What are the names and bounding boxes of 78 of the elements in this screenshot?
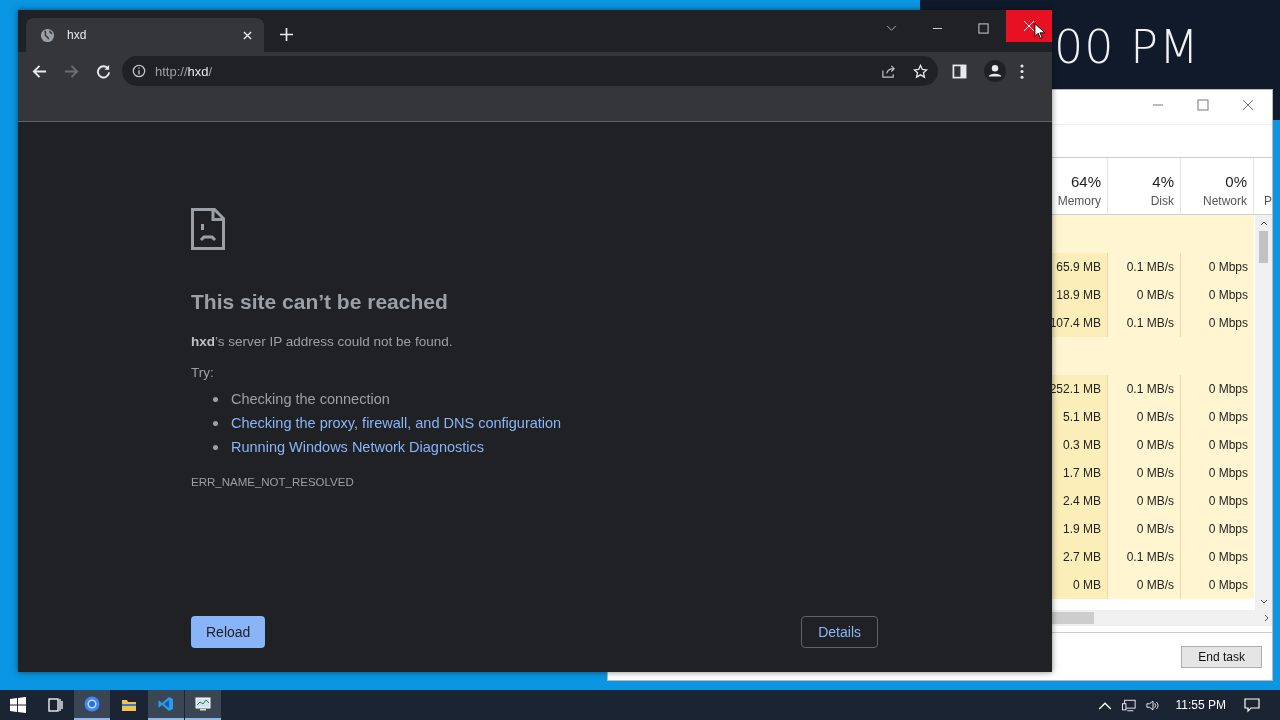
address-bar[interactable]: http://hxd/ — [122, 56, 938, 86]
browser-icon[interactable] — [84, 696, 100, 712]
scrollbar-thumb[interactable] — [1259, 231, 1268, 263]
horizontal-scrollbar[interactable] — [1052, 610, 1272, 626]
folder-icon[interactable] — [121, 697, 137, 713]
globe-icon — [40, 27, 55, 43]
table-cell: 0.1 MB/s — [1108, 309, 1181, 337]
table-cell: 0 Mbps — [1181, 309, 1254, 337]
browser-tab[interactable]: hxd — [26, 18, 264, 52]
table-cell: 0.1 MB/s — [1108, 253, 1181, 281]
bullet-icon — [213, 396, 218, 402]
info-icon[interactable] — [132, 64, 146, 78]
table-cell: 0 Mbps — [1181, 431, 1254, 459]
suggestion-link[interactable]: Running Windows Network Diagnostics — [231, 439, 485, 455]
suggestion-link[interactable]: Checking the proxy, firewall, and DNS configuration — [231, 415, 562, 431]
try-label: Try: — [191, 364, 215, 382]
task-view-icon[interactable] — [47, 697, 63, 713]
table-cell: 0 Mbps — [1181, 543, 1254, 571]
close-tab-icon[interactable] — [243, 30, 252, 40]
profile-icon[interactable] — [984, 60, 1006, 82]
table-cell: 0 Mbps — [1181, 571, 1254, 599]
table-cell: 0 Mbps — [1181, 459, 1254, 487]
clock-time: 00 PM — [1054, 22, 1200, 73]
back-icon[interactable] — [32, 63, 47, 79]
table-cell: 0 MB/s — [1108, 403, 1181, 431]
end-task-button[interactable]: End task — [1181, 645, 1262, 668]
star-icon[interactable] — [913, 63, 928, 79]
column-usage: 64% — [1070, 172, 1101, 192]
maximize-icon[interactable] — [1197, 99, 1209, 111]
bullet-icon — [213, 420, 218, 426]
suggestion-text: Checking the connection — [231, 391, 390, 407]
code-editor-icon[interactable] — [158, 696, 174, 712]
table-cell: 0 Mbps — [1181, 487, 1254, 515]
reload-button[interactable]: Reload — [191, 616, 266, 648]
notification-icon[interactable] — [1244, 697, 1260, 713]
mouse-cursor-icon — [1034, 22, 1045, 40]
windows-logo-icon[interactable] — [10, 697, 26, 713]
url-text: http://hxd/ — [155, 63, 213, 79]
clock-text[interactable]: 11:55 PM — [1175, 698, 1226, 712]
column-header[interactable]: Network — [1203, 192, 1247, 210]
column-header[interactable]: Memory — [1057, 192, 1101, 210]
table-cell: 0 MB/s — [1108, 281, 1181, 309]
new-tab-icon[interactable] — [280, 28, 293, 41]
column-usage: 0% — [1225, 172, 1247, 192]
share-icon[interactable] — [881, 63, 896, 79]
vertical-scrollbar[interactable] — [1255, 215, 1272, 610]
reload-icon[interactable] — [96, 63, 111, 79]
column-header[interactable]: P — [1264, 192, 1272, 210]
table-cell: 0 Mbps — [1181, 515, 1254, 543]
table-cell: 0 MB/s — [1108, 459, 1181, 487]
tab-search-icon[interactable] — [886, 25, 897, 32]
table-cell: 0 MB/s — [1108, 487, 1181, 515]
sad-page-icon — [191, 208, 225, 250]
side-panel-icon[interactable] — [952, 63, 967, 79]
table-cell: 0 MB/s — [1108, 571, 1181, 599]
error-message: hxd’s server IP address could not be found. — [191, 333, 454, 351]
error-heading: This site can’t be reached — [191, 289, 449, 315]
table-cell: 0 MB/s — [1108, 431, 1181, 459]
table-cell: 0 Mbps — [1181, 281, 1254, 309]
scrollbar-thumb[interactable] — [1052, 612, 1094, 624]
network-icon[interactable] — [1121, 698, 1136, 712]
column-usage: 4% — [1152, 172, 1174, 192]
chart-window-icon[interactable] — [195, 696, 211, 712]
table-cell: 0 Mbps — [1181, 403, 1254, 431]
table-cell: 0.1 MB/s — [1108, 543, 1181, 571]
bullet-icon — [213, 444, 218, 450]
taskbar-button[interactable] — [74, 690, 110, 720]
error-code: ERR_NAME_NOT_RESOLVED — [191, 476, 355, 488]
table-cell: 0 Mbps — [1181, 375, 1254, 403]
column-header[interactable]: Disk — [1150, 192, 1174, 210]
table-cell: 0.1 MB/s — [1108, 375, 1181, 403]
menu-icon[interactable] — [1020, 63, 1024, 79]
close-button[interactable] — [1006, 10, 1052, 42]
table-cell: 0 MB/s — [1108, 515, 1181, 543]
taskbar-button[interactable] — [185, 690, 221, 720]
details-button[interactable]: Details — [801, 616, 878, 648]
volume-icon[interactable] — [1145, 698, 1160, 712]
table-cell: 0 Mbps — [1181, 253, 1254, 281]
